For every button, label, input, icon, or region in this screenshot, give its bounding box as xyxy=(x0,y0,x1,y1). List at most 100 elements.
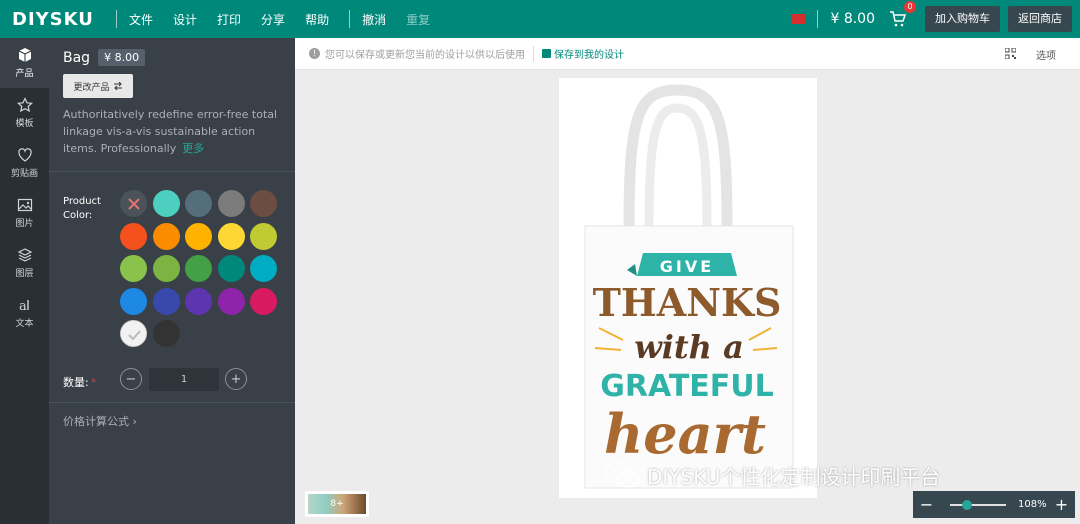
save-design-link[interactable]: 保存到我的设计 xyxy=(542,46,624,61)
svg-text:a: a xyxy=(19,299,27,313)
canvas-toolbar: ! 您可以保存或更新您当前的设计以供以后使用 保存到我的设计 选项 xyxy=(295,38,1080,70)
cart-count-badge: 0 xyxy=(904,1,916,13)
color-swatch[interactable] xyxy=(185,287,212,315)
quantity-increase-button[interactable]: + xyxy=(225,368,247,390)
color-swatch[interactable] xyxy=(250,222,277,250)
logo: DIYSKU xyxy=(12,8,94,30)
rail-item-product[interactable]: 产品 xyxy=(0,38,49,88)
qr-code-icon[interactable] xyxy=(1005,48,1016,59)
color-swatch[interactable] xyxy=(217,255,245,282)
menu-design[interactable]: 设计 xyxy=(173,11,197,28)
rail-item-image[interactable]: 图片 xyxy=(0,188,49,238)
rail-label: 图片 xyxy=(15,219,34,229)
zoom-out-button[interactable]: − xyxy=(913,491,940,518)
color-swatch[interactable] xyxy=(120,222,147,250)
color-swatch[interactable] xyxy=(120,287,147,315)
product-description: Authoritatively redefine error-free tota… xyxy=(63,106,288,157)
color-swatch[interactable] xyxy=(250,255,277,282)
color-swatch[interactable] xyxy=(217,222,245,250)
text-icon: a xyxy=(19,299,29,313)
menu-file[interactable]: 文件 xyxy=(129,11,153,28)
color-swatch[interactable] xyxy=(152,320,180,347)
product-name: Bag xyxy=(63,49,91,66)
toolbar-divider xyxy=(533,45,534,62)
rail-item-layers[interactable]: 图层 xyxy=(0,238,49,288)
design-line-heart: heart xyxy=(604,402,766,466)
tote-bag-preview: GIVE THANKS with a GRATEFUL heart xyxy=(584,84,794,489)
product-description-text: Authoritatively redefine error-free tota… xyxy=(63,108,278,155)
rail-item-text[interactable]: a 文本 xyxy=(0,288,49,338)
thumbnail-preview: 8+ xyxy=(308,494,366,514)
zoom-in-button[interactable]: + xyxy=(1048,491,1075,518)
save-design-label: 保存到我的设计 xyxy=(554,50,624,61)
required-mark: * xyxy=(90,376,97,389)
rail-item-template[interactable]: 模板 xyxy=(0,88,49,138)
info-icon: ! xyxy=(309,48,320,59)
product-panel: Bag ¥ 8.00 更改产品 Authoritatively redefine… xyxy=(49,38,295,524)
watermark-text: DIYSKU个性化定制设计印刷平台 xyxy=(647,465,941,489)
back-to-store-button[interactable]: 返回商店 xyxy=(1008,6,1072,32)
design-line-with-a: with a xyxy=(634,328,744,366)
color-swatch[interactable] xyxy=(152,287,180,315)
zoom-level: 108% xyxy=(1018,499,1047,510)
color-swatch[interactable] xyxy=(152,222,180,250)
rail-label: 剪贴画 xyxy=(10,169,38,179)
color-swatch[interactable] xyxy=(185,222,212,250)
menu-share[interactable]: 分享 xyxy=(261,11,285,28)
close-icon xyxy=(127,197,140,210)
topbar-divider xyxy=(817,10,819,28)
change-product-button[interactable]: 更改产品 xyxy=(63,74,133,98)
design-line-grateful: GRATEFUL xyxy=(600,369,774,404)
design-stage[interactable]: GIVE THANKS with a GRATEFUL heart xyxy=(559,78,817,498)
change-product-label: 更改产品 xyxy=(73,82,110,93)
color-swatch[interactable] xyxy=(152,255,180,282)
topbar-divider xyxy=(349,10,351,28)
color-swatch[interactable] xyxy=(217,190,245,217)
color-swatch[interactable] xyxy=(120,255,147,282)
menu-print[interactable]: 打印 xyxy=(217,11,241,28)
menu-help[interactable]: 帮助 xyxy=(305,11,329,28)
product-color-label: Product Color: xyxy=(63,196,101,221)
rail-label: 图层 xyxy=(15,269,34,279)
design-thumbnail[interactable]: 8+ xyxy=(305,491,369,517)
color-swatch[interactable] xyxy=(250,287,277,315)
swap-icon xyxy=(113,82,122,90)
panel-divider xyxy=(49,402,295,403)
color-swatch[interactable] xyxy=(120,320,147,347)
language-flag-icon[interactable] xyxy=(791,14,806,24)
top-bar: DIYSKU 文件 设计 打印 分享 帮助 撤消 重复 ¥ 8.00 0 加入购… xyxy=(0,0,1080,38)
product-header: Bag ¥ 8.00 xyxy=(63,49,146,66)
rail-item-clipart[interactable]: 剪贴画 xyxy=(0,138,49,188)
color-swatch[interactable] xyxy=(185,255,212,282)
quantity-input[interactable]: 1 xyxy=(149,368,219,391)
zoom-slider-handle[interactable] xyxy=(962,499,972,510)
layers-icon xyxy=(17,248,32,262)
panel-divider xyxy=(49,171,295,172)
quantity-decrease-button[interactable]: − xyxy=(120,368,142,390)
redo-button[interactable]: 重复 xyxy=(406,11,430,28)
color-swatch[interactable] xyxy=(250,190,277,217)
color-swatch-none[interactable] xyxy=(120,190,147,217)
rail-label: 模板 xyxy=(15,119,34,129)
topbar-divider xyxy=(116,10,117,28)
star-icon xyxy=(16,97,33,113)
color-swatch[interactable] xyxy=(152,190,180,217)
options-button[interactable]: 选项 xyxy=(1036,47,1056,62)
check-icon xyxy=(128,330,141,341)
color-swatch[interactable] xyxy=(185,190,212,217)
save-hint: 您可以保存或更新您当前的设计以供以后使用 xyxy=(325,50,525,61)
zoom-slider[interactable] xyxy=(950,499,1006,510)
chevron-right-icon: › xyxy=(132,415,137,428)
undo-button[interactable]: 撤消 xyxy=(362,11,386,28)
cart-icon[interactable]: 0 xyxy=(889,1,916,28)
price-formula-link[interactable]: 价格计算公式 › xyxy=(63,413,137,429)
heart-icon xyxy=(17,148,32,162)
wechat-icon xyxy=(605,461,639,488)
watermark: DIYSKU个性化定制设计印刷平台 xyxy=(605,461,940,490)
price-formula-label: 价格计算公式 xyxy=(63,415,129,428)
zoom-control: − 108% + xyxy=(913,491,1075,518)
design-line-thanks: THANKS xyxy=(593,280,782,325)
color-swatch[interactable] xyxy=(217,287,245,315)
add-to-cart-button[interactable]: 加入购物车 xyxy=(925,6,1000,32)
more-link[interactable]: 更多 xyxy=(182,142,204,155)
